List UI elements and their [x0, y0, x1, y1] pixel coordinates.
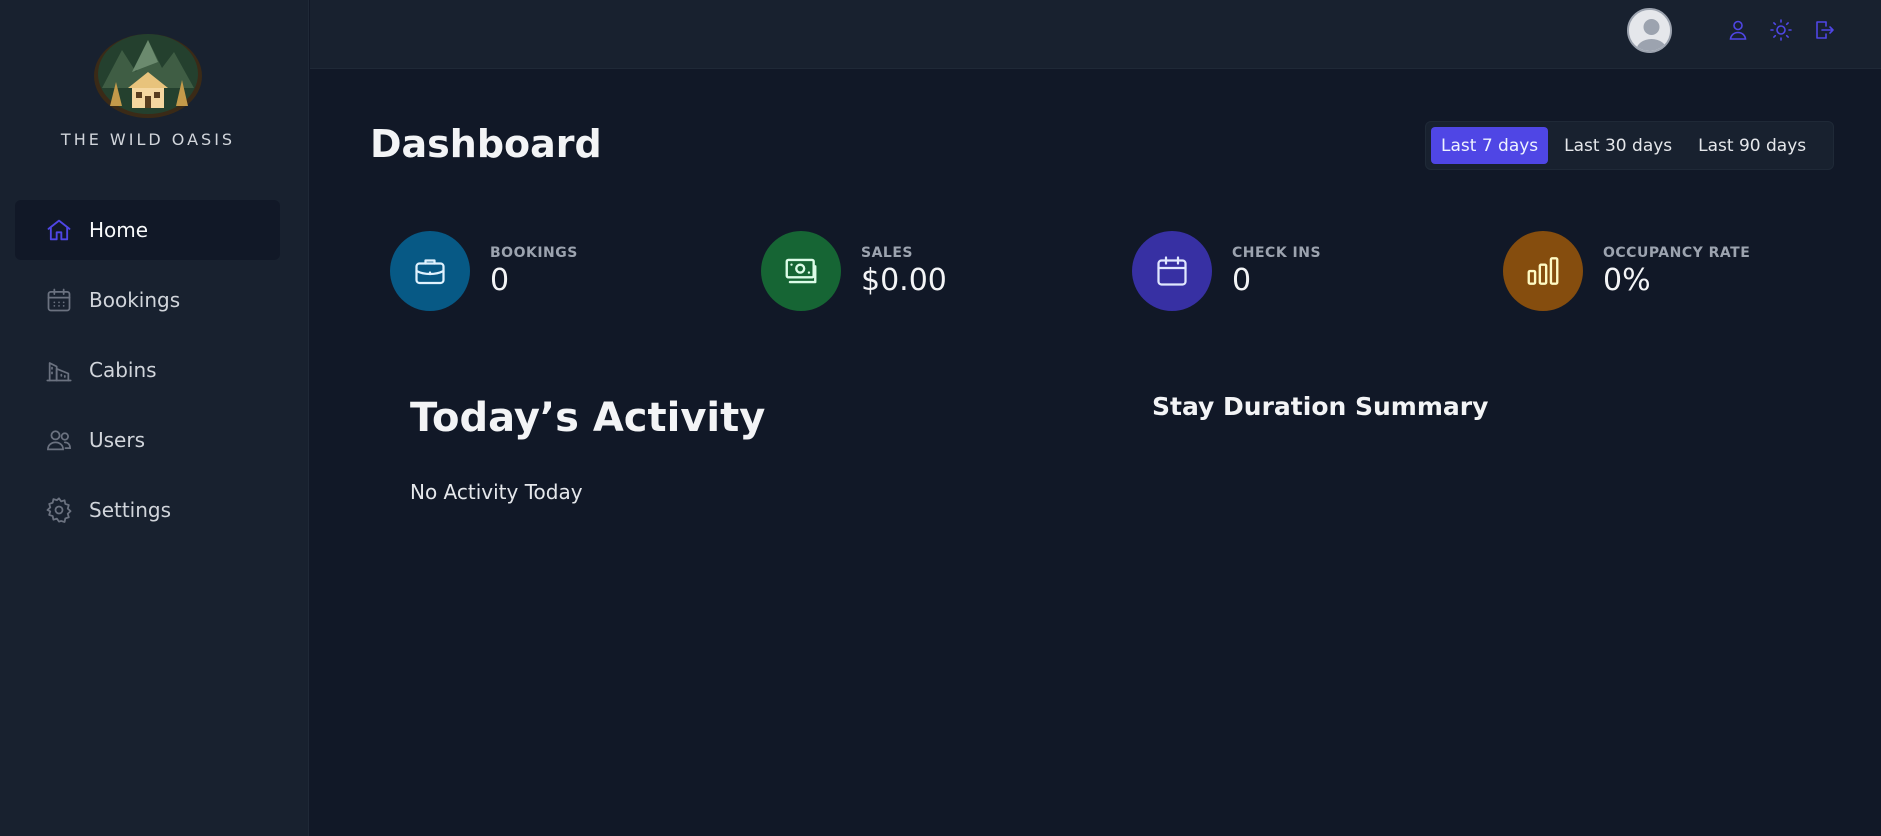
- sidebar-item-label: Users: [89, 428, 146, 452]
- briefcase-icon: [390, 231, 470, 311]
- filter-last-7-days[interactable]: Last 7 days: [1431, 127, 1549, 164]
- stats-row: BOOKINGS 0 SALES $0.00 CHECK INS 0 OCCUP…: [390, 230, 1790, 312]
- main-nav: Home Bookings Cabins Users Settings: [15, 200, 280, 550]
- activity-empty-text: No Activity Today: [410, 480, 583, 504]
- stat-value: 0: [490, 262, 510, 298]
- stay-duration-title: Stay Duration Summary: [1152, 392, 1489, 421]
- sidebar-item-users[interactable]: Users: [15, 410, 280, 470]
- stat-sales: SALES $0.00: [761, 230, 947, 312]
- sidebar-item-settings[interactable]: Settings: [15, 480, 280, 540]
- logo-image: [94, 34, 202, 118]
- page-title: Dashboard: [370, 122, 602, 166]
- gear-icon: [45, 496, 73, 524]
- stat-occupancy-rate: OCCUPANCY RATE 0%: [1503, 230, 1750, 312]
- sidebar-item-home[interactable]: Home: [15, 200, 280, 260]
- brand-name: THE WILD OASIS: [60, 130, 236, 149]
- main-content: Dashboard Last 7 days Last 30 days Last …: [310, 70, 1881, 836]
- date-filter: Last 7 days Last 30 days Last 90 days: [1425, 121, 1834, 170]
- sidebar-item-label: Bookings: [89, 288, 181, 312]
- stat-label: OCCUPANCY RATE: [1603, 244, 1751, 261]
- sidebar: THE WILD OASIS Home Bookings Cabins User…: [0, 0, 309, 836]
- stat-label: BOOKINGS: [490, 244, 578, 261]
- top-header: [310, 0, 1881, 69]
- sidebar-item-bookings[interactable]: Bookings: [15, 270, 280, 330]
- building-icon: [45, 356, 73, 384]
- stat-check-ins: CHECK INS 0: [1132, 230, 1321, 312]
- calendar-icon: [1132, 231, 1212, 311]
- sun-icon[interactable]: [1767, 16, 1795, 44]
- logout-icon[interactable]: [1810, 16, 1838, 44]
- activity-title: Today’s Activity: [410, 395, 766, 441]
- stat-label: SALES: [861, 244, 913, 261]
- calendar-icon: [45, 286, 73, 314]
- filter-last-30-days[interactable]: Last 30 days: [1554, 127, 1682, 164]
- sidebar-item-cabins[interactable]: Cabins: [15, 340, 280, 400]
- default-avatar-icon: [1629, 10, 1670, 51]
- sidebar-item-label: Home: [89, 218, 149, 242]
- app-root: THE WILD OASIS Home Bookings Cabins User…: [0, 0, 1881, 836]
- stat-bookings: BOOKINGS 0: [390, 230, 578, 312]
- users-icon: [45, 426, 73, 454]
- sidebar-item-label: Settings: [89, 498, 172, 522]
- user-icon[interactable]: [1724, 16, 1752, 44]
- home-icon: [45, 216, 73, 244]
- stat-label: CHECK INS: [1232, 244, 1322, 261]
- sidebar-item-label: Cabins: [89, 358, 157, 382]
- banknotes-icon: [761, 231, 841, 311]
- stat-value: $0.00: [861, 262, 947, 298]
- stat-value: 0: [1232, 262, 1252, 298]
- brand-logo[interactable]: THE WILD OASIS: [0, 28, 296, 149]
- filter-last-90-days[interactable]: Last 90 days: [1688, 127, 1816, 164]
- stat-value: 0%: [1603, 262, 1651, 298]
- bar-chart-icon: [1503, 231, 1583, 311]
- avatar[interactable]: [1627, 8, 1672, 53]
